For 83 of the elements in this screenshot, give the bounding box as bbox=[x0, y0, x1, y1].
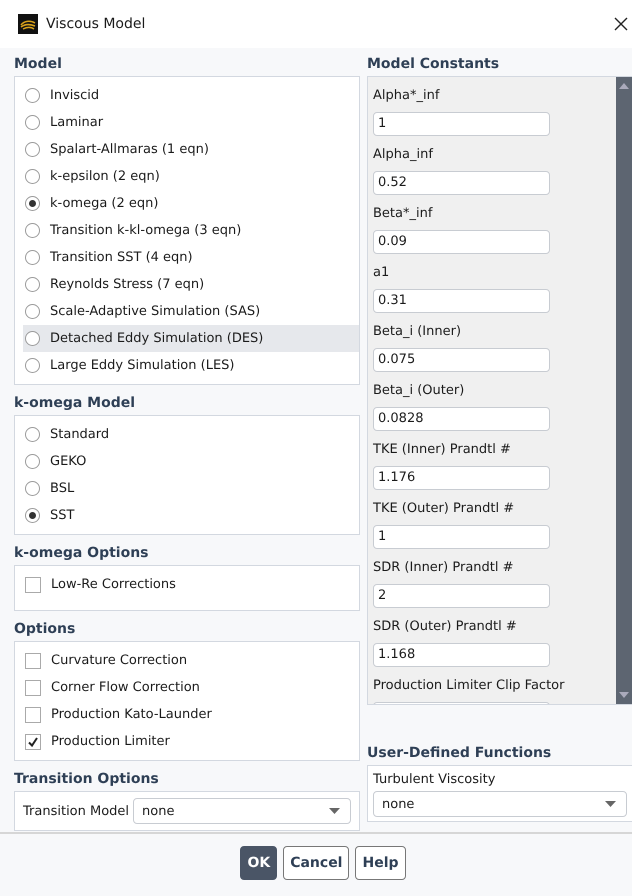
radio-button[interactable] bbox=[25, 223, 40, 238]
input-field[interactable]: 1 bbox=[373, 112, 550, 136]
window-title: Viscous Model bbox=[46, 16, 146, 32]
radio-label: Inviscid bbox=[50, 88, 100, 103]
input-field[interactable]: 0.09 bbox=[373, 230, 550, 254]
field-label: Transition Model bbox=[23, 804, 130, 818]
field-label: Production Limiter Clip Factor bbox=[373, 677, 566, 695]
field-label: Beta*_inf bbox=[373, 205, 434, 223]
checkbox-label: Curvature Correction bbox=[51, 653, 188, 668]
caret-icon bbox=[329, 808, 340, 814]
dialog-button[interactable]: Cancel bbox=[283, 846, 350, 880]
radio-button[interactable] bbox=[25, 358, 40, 373]
dropdown[interactable]: none bbox=[133, 798, 351, 824]
radio-button[interactable] bbox=[25, 427, 40, 442]
checkbox-label: Production Limiter bbox=[51, 734, 170, 749]
input-field[interactable]: 1.176 bbox=[373, 466, 550, 490]
radio-label: k-omega (2 eqn) bbox=[50, 196, 158, 211]
radio-label: Large Eddy Simulation (LES) bbox=[50, 358, 234, 373]
input-field[interactable]: 0.31 bbox=[373, 289, 550, 313]
app-logo-icon bbox=[18, 14, 38, 34]
radio-label: Standard bbox=[50, 427, 110, 442]
radio-label: GEKO bbox=[50, 454, 86, 469]
radio-label: SST bbox=[50, 508, 74, 523]
field-label: Alpha_inf bbox=[373, 146, 434, 164]
dialog-button[interactable]: OK bbox=[240, 846, 278, 880]
field-label: a1 bbox=[373, 264, 390, 282]
section-title: Transition Options bbox=[14, 770, 160, 789]
section-title: Options bbox=[14, 620, 76, 639]
dropdown[interactable]: none bbox=[373, 791, 627, 817]
radio-button[interactable] bbox=[25, 88, 40, 103]
input-field[interactable]: 0.0828 bbox=[373, 407, 550, 431]
radio-label: Transition k-kl-omega (3 eqn) bbox=[50, 223, 242, 238]
radio-label: Reynolds Stress (7 eqn) bbox=[50, 277, 204, 292]
radio-label: Laminar bbox=[50, 115, 104, 130]
radio-button[interactable] bbox=[25, 481, 40, 496]
close-icon[interactable] bbox=[614, 17, 628, 31]
radio-label: Spalart-Allmaras (1 eqn) bbox=[50, 142, 209, 157]
field-label: Beta_i (Outer) bbox=[373, 382, 466, 400]
section-title: k-omega Model bbox=[14, 394, 136, 413]
input-field[interactable]: 2 bbox=[373, 584, 550, 608]
radio-label: k-epsilon (2 eqn) bbox=[50, 169, 160, 184]
checkbox[interactable] bbox=[25, 576, 41, 592]
checkbox[interactable] bbox=[25, 680, 41, 696]
field-label: Turbulent Viscosity bbox=[373, 772, 496, 787]
radio-label: Scale-Adaptive Simulation (SAS) bbox=[50, 304, 260, 319]
radio-button[interactable] bbox=[25, 196, 40, 211]
checkbox-label: Low-Re Corrections bbox=[51, 577, 176, 592]
checkbox-label: Corner Flow Correction bbox=[51, 680, 200, 695]
input-field[interactable]: 0.075 bbox=[373, 348, 550, 372]
dialog-button[interactable]: Help bbox=[355, 846, 406, 880]
radio-button[interactable] bbox=[25, 115, 40, 130]
input-field[interactable]: 0.52 bbox=[373, 171, 550, 195]
checkbox[interactable] bbox=[25, 652, 41, 668]
field-label: Alpha*_inf bbox=[373, 87, 441, 105]
radio-button[interactable] bbox=[25, 454, 40, 469]
field-label: Beta_i (Inner) bbox=[373, 323, 462, 341]
radio-button[interactable] bbox=[25, 331, 40, 346]
section-title: Model Constants bbox=[367, 55, 500, 74]
section-title: User-Defined Functions bbox=[367, 744, 552, 763]
scroll-up-icon[interactable] bbox=[619, 83, 629, 89]
field-label: SDR (Inner) Prandtl # bbox=[373, 559, 515, 577]
radio-button[interactable] bbox=[25, 169, 40, 184]
scroll-down-icon[interactable] bbox=[619, 692, 629, 698]
radio-button[interactable] bbox=[25, 508, 40, 523]
section-title: Model bbox=[14, 55, 63, 74]
scrollbar[interactable] bbox=[616, 77, 632, 704]
radio-button[interactable] bbox=[25, 250, 40, 265]
radio-label: Transition SST (4 eqn) bbox=[50, 250, 193, 265]
input-field[interactable]: 1 bbox=[373, 525, 550, 549]
radio-button[interactable] bbox=[25, 304, 40, 319]
radio-button[interactable] bbox=[25, 277, 40, 292]
field-label: TKE (Inner) Prandtl # bbox=[373, 441, 512, 459]
radio-button[interactable] bbox=[25, 142, 40, 157]
field-label: SDR (Outer) Prandtl # bbox=[373, 618, 518, 636]
radio-label: BSL bbox=[50, 481, 74, 496]
checkbox-label: Production Kato-Launder bbox=[51, 707, 212, 722]
checkbox[interactable] bbox=[25, 706, 41, 722]
caret-icon bbox=[605, 801, 616, 807]
section-title: k-omega Options bbox=[14, 544, 150, 563]
field-label: TKE (Outer) Prandtl # bbox=[373, 500, 516, 518]
radio-label: Detached Eddy Simulation (DES) bbox=[50, 331, 264, 346]
input-field[interactable]: 1.168 bbox=[373, 643, 550, 667]
checkbox[interactable] bbox=[25, 734, 41, 750]
